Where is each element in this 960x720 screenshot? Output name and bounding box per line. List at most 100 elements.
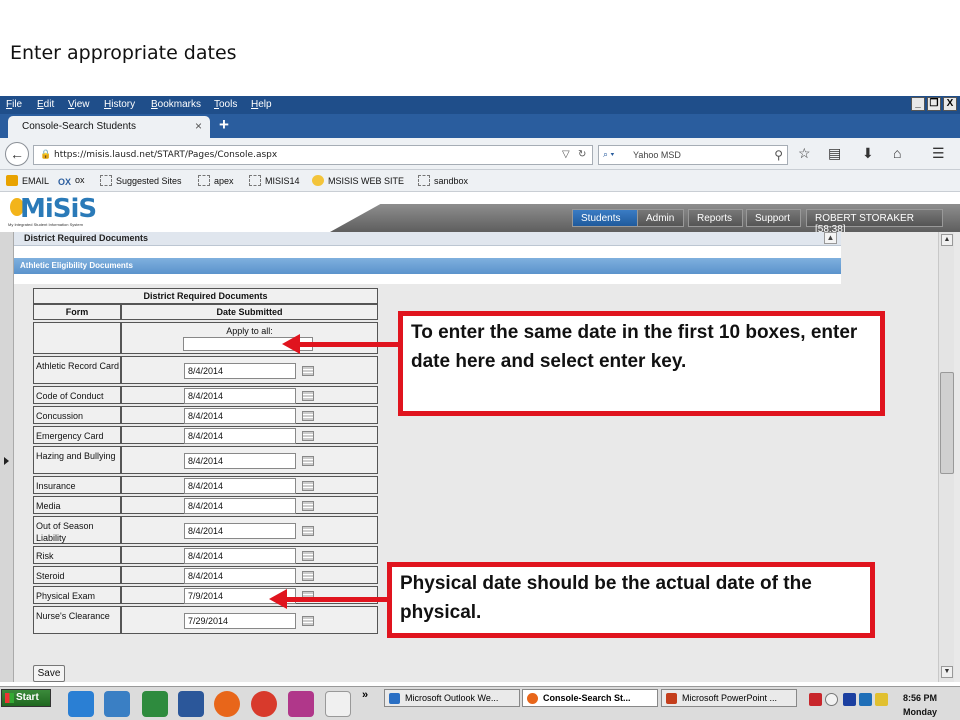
close-window-button[interactable]: X: [943, 97, 957, 111]
shield-icon[interactable]: [809, 693, 822, 706]
menu-file[interactable]: File: [6, 99, 22, 110]
date-input[interactable]: 8/4/2014: [184, 428, 296, 444]
date-input[interactable]: 8/4/2014: [184, 568, 296, 584]
bookmark-msisis-web-site[interactable]: MSISIS WEB SITE: [312, 175, 404, 186]
close-tab-icon[interactable]: ×: [195, 119, 202, 133]
calendar-icon[interactable]: [302, 456, 314, 466]
search-icon[interactable]: ⚲: [774, 148, 783, 162]
nav-support[interactable]: Support: [746, 209, 801, 227]
sync-icon[interactable]: [859, 693, 872, 706]
scroll-up-icon[interactable]: ▲: [941, 234, 953, 246]
menu-bookmarks[interactable]: Bookmarks: [151, 99, 201, 110]
nav-students[interactable]: Students: [572, 209, 638, 227]
task-firefox[interactable]: Console-Search St...: [522, 689, 658, 707]
nav-admin[interactable]: Admin: [637, 209, 684, 227]
form-name: Insurance: [36, 481, 76, 491]
form-name: Physical Exam: [36, 591, 96, 601]
form-name: Athletic Record Card: [36, 361, 120, 371]
form-name: Code of Conduct: [36, 391, 104, 401]
outlook-icon[interactable]: [104, 691, 130, 717]
date-input[interactable]: 8/4/2014: [184, 548, 296, 564]
menu-view[interactable]: View: [68, 99, 90, 110]
start-button[interactable]: Start: [1, 689, 51, 707]
calendar-icon[interactable]: [302, 366, 314, 376]
date-input[interactable]: 8/4/2014: [184, 498, 296, 514]
bookmark-misis14[interactable]: MISIS14: [249, 175, 300, 186]
user-session[interactable]: ROBERT STORAKER [58:38]: [806, 209, 943, 235]
bookmark-apex[interactable]: apex: [198, 175, 234, 186]
date-input[interactable]: 8/4/2014: [184, 363, 296, 379]
table-row-form: Nurse's Clearance: [33, 606, 121, 634]
download-icon[interactable]: ⬇: [862, 145, 874, 162]
media-player-icon[interactable]: [843, 693, 856, 706]
dropdown-icon[interactable]: ▽: [562, 149, 570, 160]
calendar-icon[interactable]: [302, 391, 314, 401]
calendar-icon[interactable]: [302, 501, 314, 511]
search-bar[interactable]: ⌕ ▾ Yahoo MSD ⚲: [598, 145, 788, 165]
bookmark-email[interactable]: EMAIL: [6, 175, 49, 186]
excel-icon[interactable]: [142, 691, 168, 717]
date-input[interactable]: 8/4/2014: [184, 523, 296, 539]
menu-help[interactable]: Help: [251, 99, 272, 110]
bookmark-suggested-sites[interactable]: Suggested Sites: [100, 175, 182, 186]
section-header: Athletic Eligibility Documents: [14, 258, 841, 274]
date-input[interactable]: 8/4/2014: [184, 388, 296, 404]
calendar-icon[interactable]: [302, 551, 314, 561]
word-icon[interactable]: [178, 691, 204, 717]
reload-icon[interactable]: ↻: [578, 149, 586, 160]
form-name: Media: [36, 501, 61, 511]
table-row-form: Concussion: [33, 406, 121, 424]
apply-all-label: Apply to all:: [226, 326, 273, 336]
calendar-icon[interactable]: [302, 526, 314, 536]
date-input[interactable]: 7/29/2014: [184, 613, 296, 629]
bookmark-sandbox[interactable]: sandbox: [418, 175, 468, 186]
calendar-icon[interactable]: [302, 616, 314, 626]
new-tab-button[interactable]: +: [219, 115, 229, 135]
collapse-icon[interactable]: ▲: [824, 232, 837, 244]
star-icon[interactable]: ☆: [798, 145, 811, 162]
onenote-icon[interactable]: [288, 691, 314, 717]
date-input[interactable]: 8/4/2014: [184, 453, 296, 469]
bookmark-ox[interactable]: OX ox: [58, 175, 85, 188]
menu-tools[interactable]: Tools: [214, 99, 237, 110]
nav-reports[interactable]: Reports: [688, 209, 743, 227]
calendar-icon[interactable]: [302, 431, 314, 441]
firefox-icon[interactable]: [214, 691, 240, 717]
back-button[interactable]: ←: [5, 142, 29, 166]
callout-physical: Physical date should be the actual date …: [387, 562, 875, 638]
reading-list-icon[interactable]: ▤: [828, 145, 841, 162]
apps-grid-icon[interactable]: [325, 691, 351, 717]
menu-hamburger-icon[interactable]: ☰: [932, 145, 945, 162]
search-input[interactable]: Yahoo MSD: [633, 150, 681, 160]
ox-icon: OX: [58, 177, 72, 187]
chrome-icon[interactable]: [251, 691, 277, 717]
url-bar[interactable]: 🔒 https://misis.lausd.net/START/Pages/Co…: [33, 145, 593, 165]
clock[interactable]: 8:56 PM Monday: [903, 691, 937, 719]
calendar-icon[interactable]: [302, 411, 314, 421]
home-icon[interactable]: ⌂: [893, 145, 901, 161]
calendar-icon[interactable]: [302, 571, 314, 581]
scroll-down-icon[interactable]: ▼: [941, 666, 953, 678]
network-icon[interactable]: [825, 693, 838, 706]
date-input[interactable]: 8/4/2014: [184, 408, 296, 424]
search-engine-icon[interactable]: ⌕ ▾: [603, 149, 614, 160]
tab-console-search-students[interactable]: Console-Search Students ×: [8, 116, 210, 138]
table-row-form: Hazing and Bullying: [33, 446, 121, 474]
menu-history[interactable]: History: [104, 99, 135, 110]
menu-edit[interactable]: Edit: [37, 99, 54, 110]
save-button[interactable]: Save: [33, 665, 65, 682]
internet-explorer-icon[interactable]: [68, 691, 94, 717]
apply-all-label-cell: [33, 322, 121, 354]
left-panel-toggle[interactable]: [0, 232, 14, 682]
misis-logo[interactable]: MiSiS My Integrated Student Information …: [8, 194, 103, 230]
scroll-thumb[interactable]: [940, 372, 954, 474]
calendar-icon[interactable]: [302, 481, 314, 491]
date-input[interactable]: 8/4/2014: [184, 478, 296, 494]
task-powerpoint[interactable]: Microsoft PowerPoint ...: [661, 689, 797, 707]
restore-button[interactable]: ❐: [927, 97, 941, 111]
task-outlook[interactable]: Microsoft Outlook We...: [384, 689, 520, 707]
page-scrollbar[interactable]: ▲ ▼: [938, 232, 954, 682]
taskbar-overflow-icon[interactable]: »: [362, 689, 368, 701]
notification-icon[interactable]: [875, 693, 888, 706]
minimize-button[interactable]: _: [911, 97, 925, 111]
